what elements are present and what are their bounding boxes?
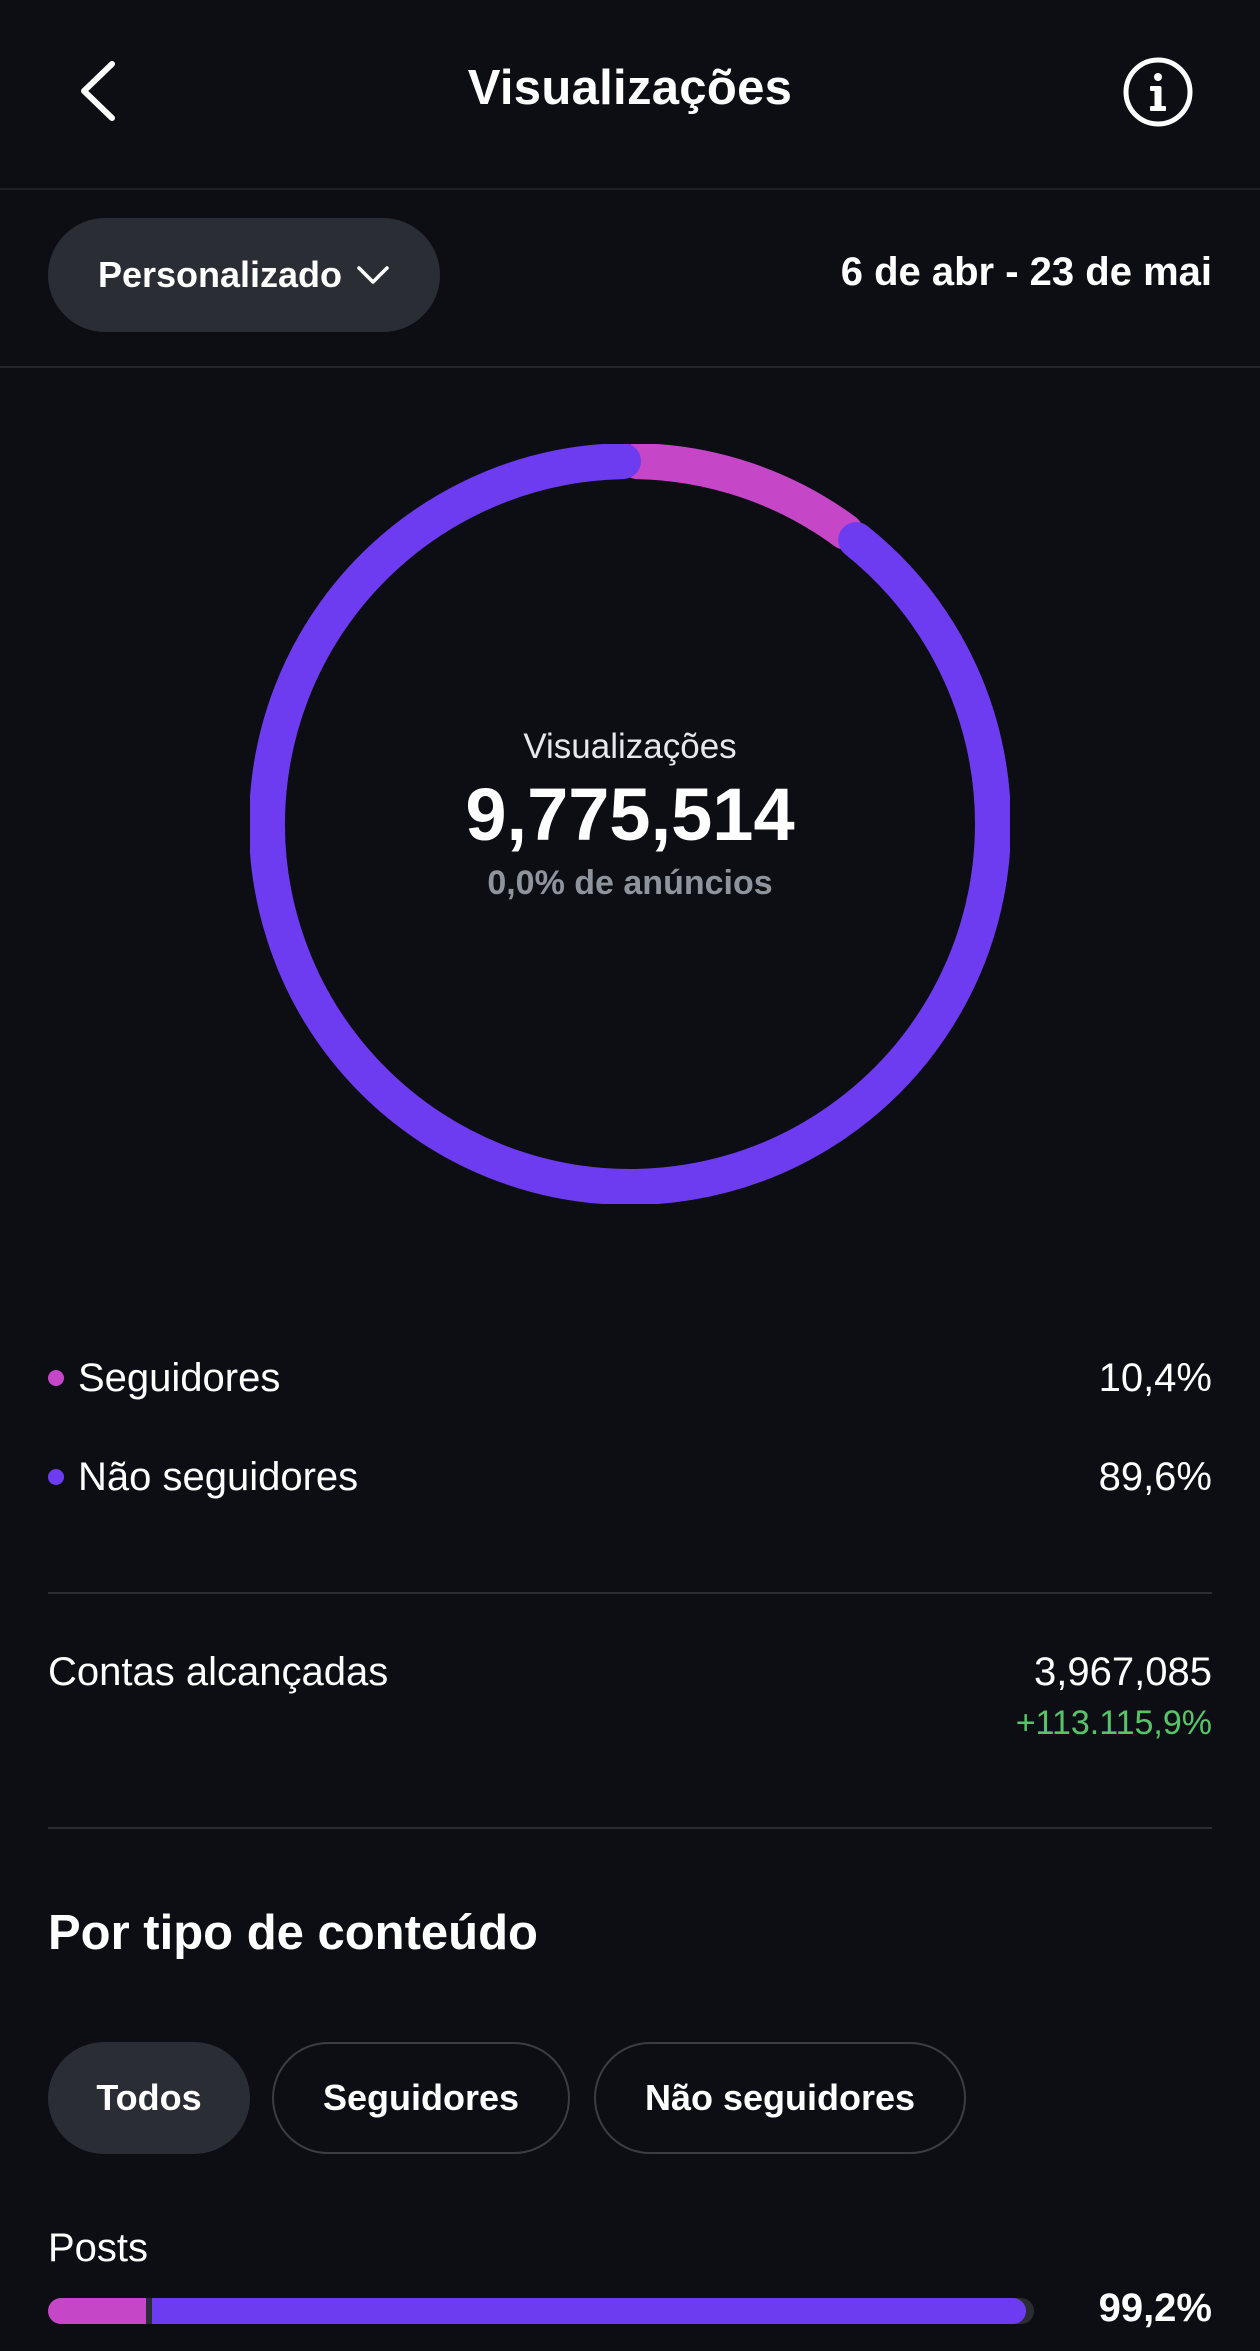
legend-value: 10,4% <box>1098 1355 1212 1400</box>
info-button[interactable] <box>1122 56 1194 128</box>
date-range: 6 de abr - 23 de mai <box>840 250 1212 294</box>
chevron-down-icon <box>357 266 389 284</box>
period-dropdown[interactable]: Personalizado <box>48 218 440 332</box>
page-title: Visualizações <box>467 61 793 115</box>
donut-slice-followers <box>618 444 864 550</box>
top-bar: Visualizações <box>0 0 1260 190</box>
legend-value: 89,6% <box>1098 1454 1212 1499</box>
posts-non-followers-segment <box>151 2298 1027 2324</box>
reach-label: Contas alcançadas <box>48 1650 389 1694</box>
tab-non-followers[interactable]: Não seguidores <box>594 2042 966 2154</box>
posts-progress-bar <box>48 2298 1034 2324</box>
summary-value: 9,775,514 <box>465 773 795 856</box>
divider <box>48 1827 1212 1829</box>
reach-value: 3,967,085 <box>1034 1650 1212 1694</box>
legend-row-non-followers: Não seguidores 89,6% <box>48 1447 1212 1507</box>
tab-all[interactable]: Todos <box>48 2042 250 2154</box>
legend-dot <box>48 1370 64 1386</box>
legend-dot <box>48 1469 64 1485</box>
tab-followers[interactable]: Seguidores <box>272 2042 570 2154</box>
legend-label: Não seguidores <box>78 1454 359 1499</box>
divider <box>48 1592 1212 1594</box>
tab-label: Seguidores <box>322 2077 520 2118</box>
posts-percentage: 99,2% <box>1098 2286 1212 2330</box>
summary-label: Visualizações <box>523 727 737 766</box>
posts-followers-segment <box>48 2298 146 2324</box>
section-title: Por tipo de conteúdo <box>48 1906 538 1960</box>
period-label: Personalizado <box>97 254 343 295</box>
donut-center: Visualizações 9,775,514 0,0% de anúncios <box>0 722 1260 906</box>
reach-change: +113.115,9% <box>1015 1704 1212 1742</box>
tab-label: Todos <box>96 2077 202 2118</box>
filter-bar: Personalizado 6 de abr - 23 de mai <box>0 190 1260 368</box>
tab-label: Não seguidores <box>644 2077 916 2118</box>
legend-label: Seguidores <box>78 1355 281 1400</box>
legend-row-followers: Seguidores 10,4% <box>48 1348 1212 1408</box>
ads-note: 0,0% de anúncios <box>487 864 773 902</box>
info-icon <box>1123 57 1193 127</box>
posts-label: Posts <box>48 2226 149 2270</box>
